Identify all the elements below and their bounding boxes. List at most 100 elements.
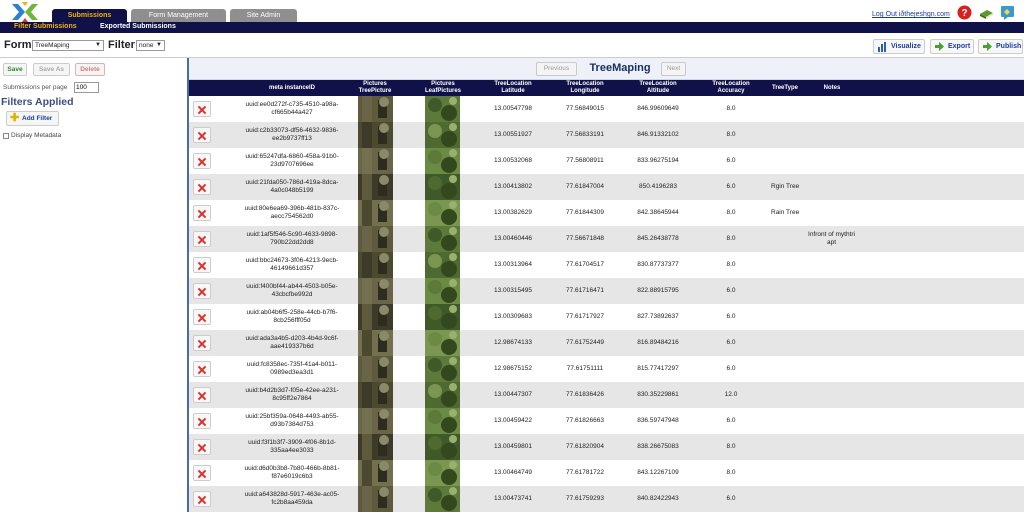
display-metadata-checkbox[interactable] [3, 133, 9, 139]
leaf-picture-thumbnail[interactable] [425, 382, 460, 408]
leaf-picture-thumbnail[interactable] [425, 460, 460, 486]
export-label: Export [948, 43, 971, 50]
tree-picture-thumbnail[interactable] [358, 330, 393, 356]
leaf-picture-thumbnail[interactable] [425, 148, 460, 174]
longitude-cell: 77.61716471 [566, 287, 604, 294]
altitude-cell: 816.89484216 [637, 339, 679, 346]
table-row: uuid:bbc24673-3f06-4213-9ecb- 46149661d35… [189, 252, 1024, 278]
altitude-cell: 843.12267109 [637, 469, 679, 476]
save-button[interactable]: Save [3, 63, 27, 76]
feedback-icon[interactable] [1000, 5, 1015, 20]
tree-picture-thumbnail[interactable] [358, 434, 393, 460]
submissions-per-page-input[interactable] [74, 82, 99, 93]
delete-button[interactable]: Delete [75, 63, 105, 76]
next-button[interactable]: Next [661, 62, 686, 76]
leaf-picture-thumbnail[interactable] [425, 304, 460, 330]
tree-picture-thumbnail[interactable] [358, 356, 393, 382]
latitude-cell: 13.00551927 [494, 131, 532, 138]
leaf-picture-thumbnail[interactable] [425, 252, 460, 278]
tab-submissions[interactable]: Submissions [52, 9, 127, 22]
altitude-cell: 815.77417297 [637, 365, 679, 372]
tree-picture-thumbnail[interactable] [358, 486, 393, 512]
delete-row-button[interactable] [193, 361, 211, 377]
leaf-picture-thumbnail[interactable] [425, 486, 460, 512]
leaf-picture-thumbnail[interactable] [425, 330, 460, 356]
tree-picture-thumbnail[interactable] [358, 382, 393, 408]
tree-picture-thumbnail[interactable] [358, 252, 393, 278]
leaf-picture-thumbnail[interactable] [425, 200, 460, 226]
publish-button[interactable]: Publish [978, 39, 1023, 54]
tab-site-admin[interactable]: Site Admin [230, 9, 297, 22]
table-row: uuid:ee0d272f-c735-4510-a98a-cf665b44a42… [189, 96, 1024, 122]
tree-picture-thumbnail[interactable] [358, 278, 393, 304]
table-row: uuid:f400bf44-ab44-4503-b05e- 43cbcfbe992… [189, 278, 1024, 304]
tree-picture-thumbnail[interactable] [358, 408, 393, 434]
instance-id: uuid:c2b33073-df56-4632-9836- ee2b9737ff1… [219, 127, 365, 143]
filter-select[interactable]: none ▼ [136, 40, 165, 51]
delete-row-button[interactable] [193, 179, 211, 195]
tree-picture-thumbnail[interactable] [358, 226, 393, 252]
delete-row-button[interactable] [193, 257, 211, 273]
form-select[interactable]: TreeMaping ▼ [32, 40, 104, 51]
logout-link[interactable]: Log Out iðthejeshgn.com [872, 11, 950, 18]
delete-row-button[interactable] [193, 309, 211, 325]
tree-picture-thumbnail[interactable] [358, 148, 393, 174]
delete-row-button[interactable] [193, 127, 211, 143]
delete-row-button[interactable] [193, 283, 211, 299]
delete-row-button[interactable] [193, 465, 211, 481]
instance-id-line2: 335aa4ee3033 [270, 447, 314, 454]
delete-row-button[interactable] [193, 413, 211, 429]
visualize-button[interactable]: Visualize [873, 39, 925, 54]
delete-row-button[interactable] [193, 439, 211, 455]
add-filter-button[interactable]: ✚ Add Filter [6, 111, 59, 126]
delete-row-button[interactable] [193, 205, 211, 221]
longitude-cell: 77.56671848 [566, 235, 604, 242]
delete-row-button[interactable] [193, 387, 211, 403]
leaf-picture-thumbnail[interactable] [425, 96, 460, 122]
latitude-cell: 13.00315495 [494, 287, 532, 294]
longitude-cell: 77.61820904 [566, 443, 604, 450]
odk-logo-icon[interactable] [8, 2, 42, 22]
tree-picture-thumbnail[interactable] [358, 174, 393, 200]
table-row: uuid:fc8358ec-735f-41a4-b011- 0989ed3ea3d… [189, 356, 1024, 382]
leaf-picture-thumbnail[interactable] [425, 356, 460, 382]
tree-picture-thumbnail[interactable] [358, 122, 393, 148]
leaf-picture-thumbnail[interactable] [425, 174, 460, 200]
altitude-cell: 846.99609649 [637, 105, 679, 112]
filter-submissions-link[interactable]: Filter Submissions [14, 23, 77, 30]
delete-row-button[interactable] [193, 101, 211, 117]
submissions-per-page-label: Submissions per page [3, 84, 68, 91]
leaf-picture-thumbnail[interactable] [425, 278, 460, 304]
table-row: uuid:ab04b6f5-258e-44cb-b7f6- 8cb256fff05… [189, 304, 1024, 330]
display-metadata-label: Display Metadata [11, 132, 62, 139]
delete-row-button[interactable] [193, 335, 211, 351]
latitude-cell: 13.00447307 [494, 391, 532, 398]
tree-picture-thumbnail[interactable] [358, 96, 393, 122]
tree-picture-thumbnail[interactable] [358, 200, 393, 226]
longitude-cell: 77.61717927 [566, 313, 604, 320]
leaf-picture-thumbnail[interactable] [425, 122, 460, 148]
longitude-cell: 77.56849015 [566, 105, 604, 112]
longitude-cell: 77.56808911 [566, 157, 604, 164]
exported-submissions-link[interactable]: Exported Submissions [100, 23, 176, 30]
table-row: uuid:d6d0b3b8-7b80-466b-8b81- f87e6019c6b… [189, 460, 1024, 486]
visualize-label: Visualize [891, 43, 921, 50]
accuracy-cell: 6.0 [726, 183, 736, 190]
help-icon[interactable]: ? [957, 5, 972, 20]
tab-form-management[interactable]: Form Management [131, 9, 226, 22]
leaf-picture-thumbnail[interactable] [425, 408, 460, 434]
tree-picture-thumbnail[interactable] [358, 304, 393, 330]
save-as-button[interactable]: Save As [33, 63, 70, 76]
leaf-picture-thumbnail[interactable] [425, 226, 460, 252]
delete-row-button[interactable] [193, 231, 211, 247]
previous-button[interactable]: Previous [536, 62, 577, 76]
leaf-picture-thumbnail[interactable] [425, 434, 460, 460]
instance-id: uuid:fc8358ec-735f-41a4-b011- 0989ed3ea3d… [219, 361, 365, 377]
instance-id-line1: uuid:a643828d-5917-463e-ac05- [244, 491, 340, 498]
book-icon[interactable] [979, 5, 994, 20]
delete-row-button[interactable] [193, 491, 211, 507]
export-button[interactable]: Export [930, 39, 974, 54]
delete-row-button[interactable] [193, 153, 211, 169]
accuracy-cell: 8.0 [726, 105, 736, 112]
tree-picture-thumbnail[interactable] [358, 460, 393, 486]
